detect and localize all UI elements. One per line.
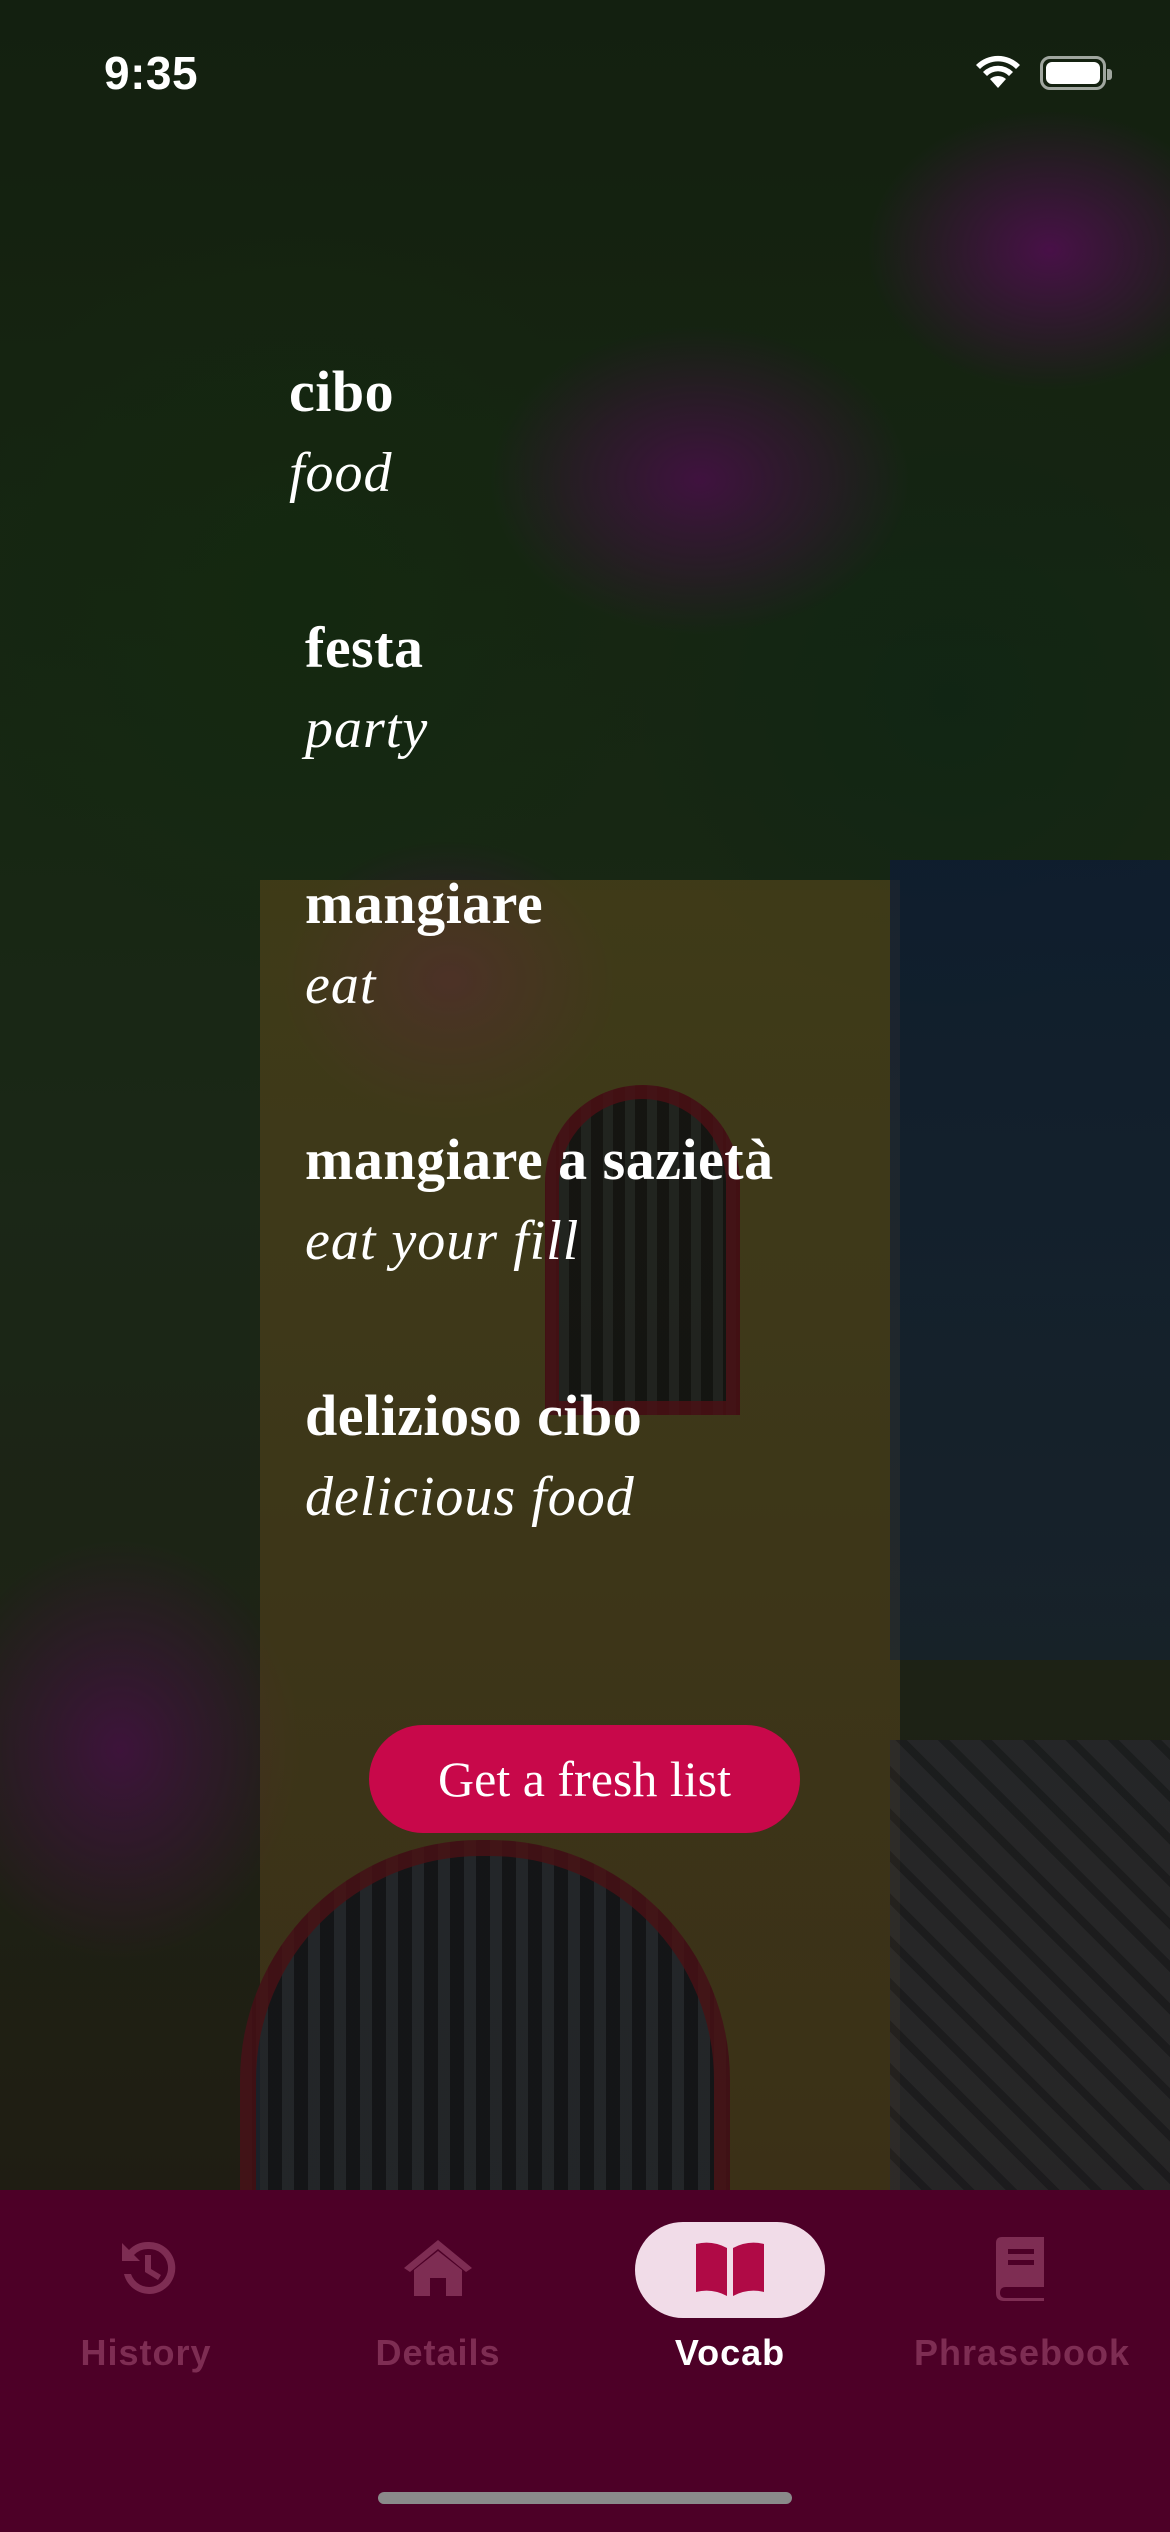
background-photo: [0, 0, 1170, 2190]
vocab-word: mangiare a sazietà: [305, 1127, 774, 1192]
tab-phrasebook[interactable]: Phrasebook: [902, 2222, 1142, 2392]
vocab-item-5: delizioso cibo delicious food: [305, 1382, 642, 1529]
vocab-word: delizioso cibo: [305, 1383, 643, 1448]
vocab-translation: food: [289, 442, 393, 504]
vocab-word: mangiare: [305, 871, 544, 936]
vocab-item-4: mangiare a sazietà eat your fill: [305, 1126, 774, 1273]
vocab-translation: eat: [305, 954, 377, 1016]
vocab-word: cibo: [289, 359, 395, 424]
vocab-item-3: mangiare eat: [305, 870, 543, 1017]
tab-vocab[interactable]: Vocab: [610, 2222, 850, 2392]
bottom-tab-bar: History Details Vocab Phrasebook: [0, 2190, 1170, 2532]
home-indicator[interactable]: [378, 2492, 792, 2504]
vocab-word: festa: [305, 615, 424, 680]
vocab-translation: eat your fill: [305, 1210, 580, 1272]
vocab-translation: delicious food: [305, 1466, 635, 1528]
vocab-item-1: cibo food: [289, 358, 394, 505]
book-icon: [994, 2235, 1050, 2306]
status-bar: 9:35: [0, 0, 1170, 140]
tab-label: Details: [375, 2332, 501, 2373]
status-time: 9:35: [104, 47, 199, 99]
tab-label: Phrasebook: [913, 2332, 1131, 2373]
tab-details[interactable]: Details: [318, 2222, 558, 2392]
vocab-item-2: festa party: [305, 614, 428, 761]
get-fresh-list-button[interactable]: Get a fresh list: [369, 1725, 800, 1833]
tab-label: Vocab: [674, 2332, 786, 2373]
wifi-icon: [970, 50, 1026, 95]
tab-history[interactable]: History: [26, 2222, 266, 2392]
vocab-translation: party: [305, 698, 429, 760]
history-icon: [114, 2236, 178, 2305]
home-icon: [402, 2236, 474, 2305]
tab-label: History: [80, 2332, 212, 2373]
open-book-icon: [692, 2238, 768, 2303]
battery-icon: [1040, 56, 1112, 90]
